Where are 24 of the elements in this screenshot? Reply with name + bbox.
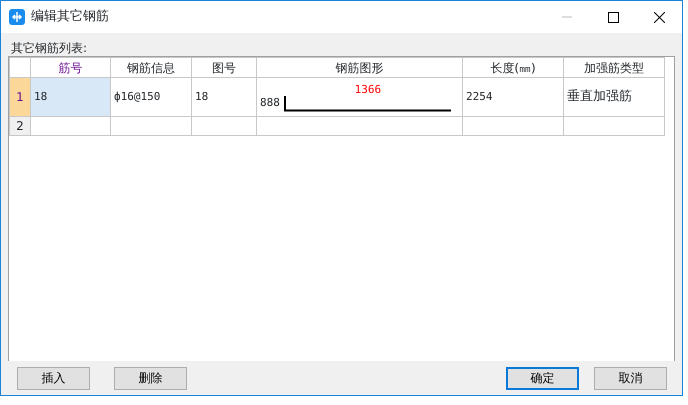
- column-header[interactable]: 长度(㎜): [462, 58, 564, 78]
- window-title: 编辑其它钢筋: [31, 8, 109, 26]
- table-cell: 18: [30, 78, 110, 116]
- table-cell: 18: [192, 78, 256, 116]
- dialog-button[interactable]: 确定: [506, 366, 579, 390]
- dialog-button[interactable]: 取消: [594, 366, 667, 390]
- list-label: 其它钢筋列表:: [11, 41, 88, 55]
- column-header[interactable]: 钢筋信息: [110, 58, 192, 78]
- dialog-button[interactable]: 删除: [114, 366, 187, 390]
- dimension-label: 1366: [354, 84, 382, 96]
- app-icon: [9, 9, 25, 25]
- row-number[interactable]: 1: [10, 78, 30, 116]
- table-cell: 2254: [462, 78, 564, 116]
- column-header[interactable]: 钢筋图形: [256, 58, 462, 78]
- dialog-button[interactable]: 插入: [17, 366, 90, 390]
- table-cell: 垂直加强筋: [564, 78, 664, 116]
- column-header[interactable]: 图号: [192, 58, 256, 78]
- row-number[interactable]: 2: [10, 116, 30, 136]
- column-header[interactable]: 筋号: [30, 58, 110, 78]
- column-header[interactable]: 加强筋类型: [564, 58, 664, 78]
- dimension-label: 888: [260, 94, 280, 110]
- table-cell: ф16@150: [110, 78, 192, 116]
- maximize-icon[interactable]: [608, 12, 618, 22]
- close-icon[interactable]: [654, 12, 664, 22]
